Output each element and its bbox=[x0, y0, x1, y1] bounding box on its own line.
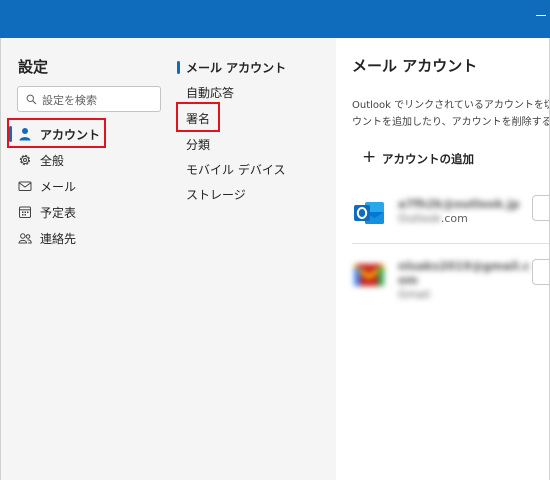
title-bar bbox=[0, 0, 550, 38]
sub-item-mail-accounts[interactable]: メール アカウント bbox=[186, 59, 286, 76]
minimize-button[interactable] bbox=[532, 14, 550, 17]
mail-icon bbox=[18, 181, 32, 191]
nav-item-label: 全般 bbox=[40, 154, 65, 168]
account-email-blurred: nlsaks2019 bbox=[398, 259, 472, 273]
description-line: ウントを追加したり、アカウントを削除することが bbox=[352, 117, 550, 128]
nav-item-calendar[interactable]: 予定表 bbox=[1, 199, 173, 225]
search-placeholder: 設定を検索 bbox=[42, 94, 97, 107]
account-type: Outlook.com bbox=[398, 212, 468, 225]
mail-accounts-panel: メール アカウント Outlook でリンクされているアカウントを切り替 ウント… bbox=[336, 38, 550, 480]
active-indicator bbox=[9, 126, 12, 142]
person-icon bbox=[19, 128, 31, 141]
nav-item-label: メール bbox=[40, 180, 77, 194]
settings-search-input[interactable]: 設定を検索 bbox=[17, 86, 161, 112]
sub-item-auto-reply[interactable]: 自動応答 bbox=[186, 84, 234, 101]
active-indicator bbox=[177, 61, 180, 74]
page-title: メール アカウント bbox=[352, 57, 478, 75]
calendar-icon bbox=[19, 206, 31, 218]
account-email: nlsaks2019@gmail.c bbox=[398, 259, 530, 273]
gear-icon bbox=[19, 154, 31, 166]
settings-title: 設定 bbox=[18, 58, 49, 76]
account-type-blurred: Gmail bbox=[398, 288, 431, 301]
account-manage-button[interactable] bbox=[532, 195, 549, 221]
account-type: Gmail bbox=[398, 288, 430, 301]
settings-sidebar: 設定 設定を検索 アカウント 全般 メール 予定表 連絡先 bbox=[0, 38, 172, 480]
sub-item-categories[interactable]: 分類 bbox=[186, 136, 210, 153]
account-email: a7fh2k@outlook.jp bbox=[398, 197, 520, 211]
divider bbox=[352, 243, 549, 244]
account-row-outlook: a7fh2k@outlook.jp Outlook.com bbox=[336, 195, 549, 249]
plus-icon: + bbox=[362, 147, 377, 167]
description-text: Outlook でリンクされているアカウントを切り替 ウントを追加したり、アカウ… bbox=[352, 97, 550, 131]
nav-item-accounts[interactable]: アカウント bbox=[1, 121, 173, 147]
gmail-icon bbox=[352, 264, 386, 286]
people-icon bbox=[18, 233, 32, 244]
nav-item-mail[interactable]: メール bbox=[1, 173, 173, 199]
outlook-icon bbox=[354, 202, 384, 224]
nav-item-label: 予定表 bbox=[40, 206, 77, 220]
sub-item-signature[interactable]: 署名 bbox=[186, 110, 210, 127]
nav-item-label: アカウント bbox=[40, 128, 101, 142]
account-email-line2-blurred: om bbox=[398, 273, 418, 287]
add-account-label: アカウントの追加 bbox=[382, 152, 474, 166]
account-row-gmail: nlsaks2019@gmail.c om Gmail bbox=[336, 258, 549, 312]
account-email-domain-blurred: @gmail.c bbox=[471, 259, 530, 273]
account-email-suffix: .com bbox=[440, 212, 468, 225]
sub-item-mobile-devices[interactable]: モバイル デバイス bbox=[186, 161, 285, 178]
account-email-domain-blurred: @outlook.jp bbox=[442, 197, 520, 211]
nav-item-contacts[interactable]: 連絡先 bbox=[1, 225, 173, 251]
nav-item-label: 連絡先 bbox=[40, 232, 77, 246]
search-icon bbox=[26, 94, 37, 105]
sub-item-storage[interactable]: ストレージ bbox=[186, 186, 246, 203]
sub-navigation: メール アカウント 自動応答 署名 分類 モバイル デバイス ストレージ bbox=[172, 38, 336, 480]
account-manage-button[interactable] bbox=[532, 259, 549, 285]
account-email-blurred: a7fh2k bbox=[398, 197, 443, 211]
nav-item-general[interactable]: 全般 bbox=[1, 147, 173, 173]
description-line: Outlook でリンクされているアカウントを切り替 bbox=[352, 100, 549, 111]
account-type-blurred: Outlook bbox=[398, 212, 441, 225]
account-email-line2: om bbox=[398, 273, 418, 287]
